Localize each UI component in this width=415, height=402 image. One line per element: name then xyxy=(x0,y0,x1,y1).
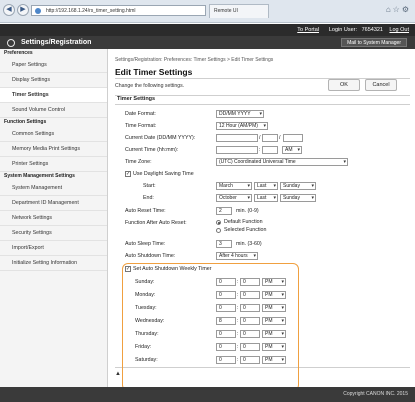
mail-to-system-manager-button[interactable]: Mail to System Manager xyxy=(341,38,407,47)
sidebar-item-timer-settings[interactable]: Timer Settings xyxy=(0,88,107,103)
dst-start-week-select[interactable]: Last xyxy=(254,182,278,190)
back-to-top-icon[interactable]: ▲ xyxy=(115,371,121,377)
sidebar-item-common-settings[interactable]: Common Settings xyxy=(0,127,107,142)
logout-link[interactable]: Log Out xyxy=(389,27,409,33)
auto-sleep-input[interactable]: 3 xyxy=(216,240,232,248)
time-format-select[interactable]: 12 Hour (AM/PM) xyxy=(216,122,268,130)
divider xyxy=(115,95,410,96)
dst-start-month-select[interactable]: March xyxy=(216,182,252,190)
browser-tab[interactable]: Remote UI xyxy=(209,4,269,18)
tab-title: Remote UI xyxy=(214,8,238,14)
date-separator: / xyxy=(279,135,281,141)
current-date-label: Current Date (DD/MM YYYY): xyxy=(125,135,196,141)
forward-icon[interactable]: ▶ xyxy=(17,4,29,16)
login-user-value: 7654321 xyxy=(361,27,383,33)
dst-end-month-select[interactable]: October xyxy=(216,194,252,202)
sidebar-item-printer-settings[interactable]: Printer Settings xyxy=(0,157,107,172)
time-format-label: Time Format: xyxy=(125,123,157,129)
sidebar-item-network-settings[interactable]: Network Settings xyxy=(0,211,107,226)
dst-label: Use Daylight Saving Time xyxy=(133,171,194,177)
sidebar-section-preferences: Preferences xyxy=(0,49,107,58)
top-bar: To Portal Login User: 7654321 Log Out xyxy=(0,24,415,36)
selected-function-label: Selected Function xyxy=(224,227,267,233)
sidebar-item-import-export[interactable]: Import/Export xyxy=(0,241,107,256)
sidebar-section-function-settings: Function Settings xyxy=(0,118,107,127)
browser-chrome: ◀ ▶ http://192.168.1.24/rs_timer_setting… xyxy=(0,0,415,23)
browser-tools-icons[interactable]: ⌂☆⚙ xyxy=(386,5,411,14)
after-reset-label: Function After Auto Reset: xyxy=(125,220,187,226)
sidebar-item-system-management[interactable]: System Management xyxy=(0,181,107,196)
address-bar[interactable]: http://192.168.1.24/rs_timer_setting.htm… xyxy=(31,5,206,16)
to-portal-link[interactable]: To Portal xyxy=(297,27,319,33)
instruction-text: Change the following settings. xyxy=(115,83,185,89)
time-zone-label: Time Zone: xyxy=(125,159,152,165)
section-title: Timer Settings xyxy=(117,96,156,102)
dst-checkbox[interactable]: ✓ xyxy=(125,171,131,177)
auto-sleep-label: Auto Sleep Time: xyxy=(125,241,166,247)
sidebar: Preferences Paper Settings Display Setti… xyxy=(0,49,108,387)
ok-button[interactable]: OK xyxy=(328,79,360,91)
dst-end-week-select[interactable]: Last xyxy=(254,194,278,202)
auto-shutdown-select[interactable]: After 4 hours xyxy=(216,252,258,260)
default-function-label: Default Function xyxy=(224,219,263,225)
dst-end-label: End: xyxy=(143,195,154,201)
sidebar-item-initialize-setting[interactable]: Initialize Setting Information xyxy=(0,256,107,271)
back-icon[interactable]: ◀ xyxy=(3,4,15,16)
current-ampm-select[interactable]: AM xyxy=(282,146,302,154)
sidebar-item-sound-volume-control[interactable]: Sound Volume Control xyxy=(0,103,107,118)
footer: Copyright CANON INC. 2015 xyxy=(0,387,415,402)
selected-function-radio[interactable] xyxy=(216,228,221,233)
dst-end-day-select[interactable]: Sunday xyxy=(280,194,316,202)
current-hour-input[interactable] xyxy=(216,146,258,154)
auto-reset-unit: min. (0-9) xyxy=(236,208,259,214)
current-month-input[interactable] xyxy=(262,134,278,142)
sidebar-item-paper-settings[interactable]: Paper Settings xyxy=(0,58,107,73)
settings-icon xyxy=(7,39,15,47)
sidebar-item-department-id[interactable]: Department ID Management xyxy=(0,196,107,211)
page-icon xyxy=(35,8,41,14)
sidebar-item-security-settings[interactable]: Security Settings xyxy=(0,226,107,241)
sidebar-section-system-management: System Management Settings xyxy=(0,172,107,181)
dst-start-day-select[interactable]: Sunday xyxy=(280,182,316,190)
breadcrumb: Settings/Registration: Preferences: Time… xyxy=(115,57,274,63)
date-separator: / xyxy=(259,135,261,141)
login-user-label: Login User: xyxy=(328,27,357,33)
divider xyxy=(115,104,410,105)
page-brand: Settings/Registration xyxy=(21,39,92,46)
auto-shutdown-label: Auto Shutdown Time: xyxy=(125,253,176,259)
cancel-button[interactable]: Cancel xyxy=(365,79,397,91)
current-year-input[interactable] xyxy=(283,134,303,142)
auto-reset-label: Auto Reset Time: xyxy=(125,208,166,214)
dst-start-label: Start: xyxy=(143,183,156,189)
auto-reset-input[interactable]: 2 xyxy=(216,207,232,215)
date-format-label: Date Format: xyxy=(125,111,156,117)
weekly-timer-highlight xyxy=(122,263,299,391)
app-header: Settings/Registration Mail to System Man… xyxy=(0,36,415,49)
current-day-input[interactable] xyxy=(216,134,258,142)
sidebar-item-display-settings[interactable]: Display Settings xyxy=(0,73,107,88)
url-text: http://192.168.1.24/rs_timer_setting.htm… xyxy=(46,8,136,14)
sidebar-item-memory-media-print[interactable]: Memory Media Print Settings xyxy=(0,142,107,157)
time-separator: : xyxy=(259,147,261,153)
copyright-text: Copyright CANON INC. 2015 xyxy=(343,391,408,397)
time-zone-select[interactable]: (UTC) Coordinated Universal Time xyxy=(216,158,348,166)
current-time-label: Current Time (hh:mm): xyxy=(125,147,179,153)
page-title: Edit Timer Settings xyxy=(115,67,193,77)
date-format-select[interactable]: DD/MM YYYY xyxy=(216,110,264,118)
current-minute-input[interactable] xyxy=(262,146,278,154)
auto-sleep-unit: min. (3-60) xyxy=(236,241,262,247)
default-function-radio[interactable] xyxy=(216,220,221,225)
